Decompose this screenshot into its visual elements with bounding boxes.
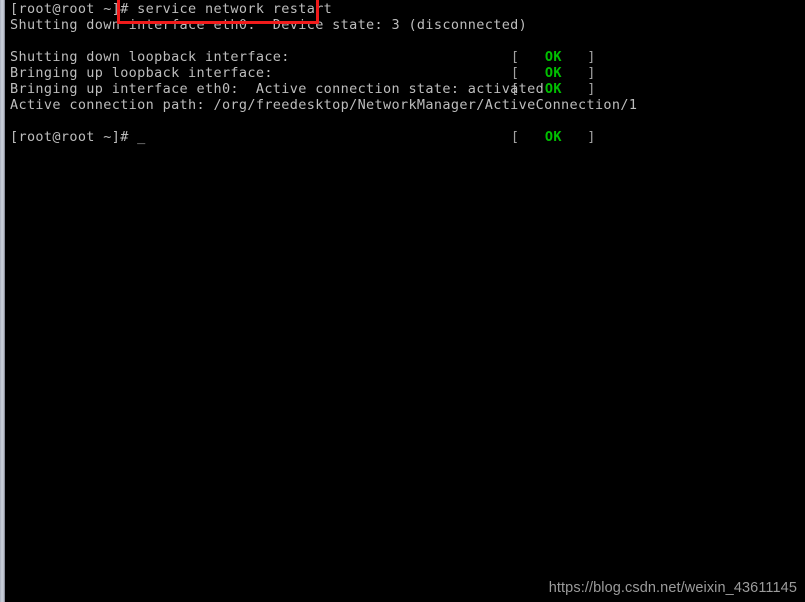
terminal-screen[interactable]: [root@root ~]# service network restart S… bbox=[5, 0, 805, 602]
status-badge-ok-3: [ OK ] bbox=[477, 65, 596, 97]
status-badge-ok-4: [ OK ] bbox=[477, 113, 596, 145]
ok-close-bracket: ] bbox=[587, 81, 596, 97]
text-cursor: _ bbox=[137, 129, 146, 145]
terminal-line-active-connection-path: Active connection path: /org/freedesktop… bbox=[10, 97, 638, 113]
terminal-line-bringup-eth0: Bringing up interface eth0: Active conne… bbox=[10, 81, 545, 97]
watermark-url: https://blog.csdn.net/weixin_43611145 bbox=[548, 580, 797, 596]
status-badge-ok-2: [ OK ] bbox=[477, 49, 596, 81]
ok-label: OK bbox=[544, 81, 562, 97]
terminal-line-shutdown-loopback: Shutting down loopback interface: bbox=[10, 49, 290, 65]
terminal-line-prompt-command: [root@root ~]# service network restart bbox=[10, 1, 333, 17]
ok-label: OK bbox=[544, 129, 562, 145]
terminal-line-final-prompt: [root@root ~]# _ bbox=[10, 129, 146, 145]
shell-prompt: [root@root ~]# bbox=[10, 129, 138, 145]
terminal-line-bringup-loopback: Bringing up loopback interface: bbox=[10, 65, 273, 81]
status-badge-ok-1: [ OK ] bbox=[477, 33, 596, 65]
terminal-line-shutdown-eth0: Shutting down interface eth0: Device sta… bbox=[10, 17, 528, 33]
ok-close-bracket: ] bbox=[587, 129, 596, 145]
